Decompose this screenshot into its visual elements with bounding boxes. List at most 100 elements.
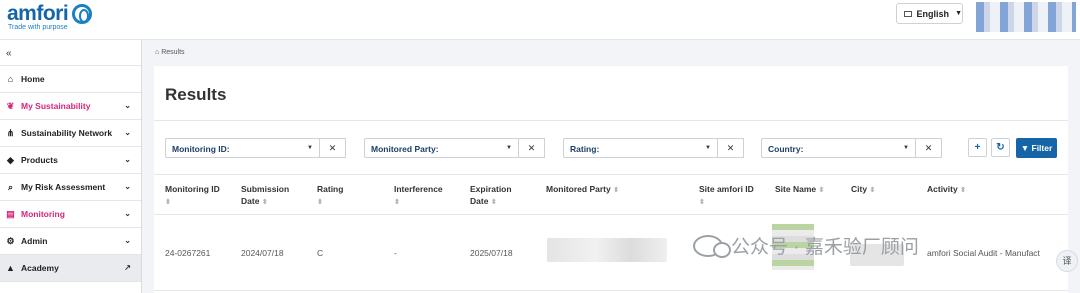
funnel-icon: ▼ (1020, 143, 1030, 153)
sidebar-item-label: Academy (21, 263, 59, 273)
header-text: Rating (317, 184, 344, 194)
home-icon[interactable]: ⌂ (155, 49, 159, 56)
chevron-down-icon: ⌄ (124, 236, 131, 245)
filter-label: Rating: (570, 144, 600, 154)
divider (154, 214, 1068, 215)
header-text: Site Name (775, 184, 817, 194)
column-header-activity[interactable]: Activity ⬍ (927, 183, 966, 197)
sidebar-item-home[interactable]: ⌂ Home (0, 66, 141, 93)
clear-rating-button[interactable]: ✕ (718, 138, 744, 158)
sidebar-item-my-sustainability[interactable]: ❦ My Sustainability ⌄ (0, 93, 141, 120)
sort-icon: ⬍ (261, 199, 268, 206)
country-select[interactable]: Country: ▼ (761, 138, 916, 158)
amfori-mark-icon (71, 4, 92, 24)
language-selector[interactable]: English ▼ (896, 3, 963, 24)
rating-select[interactable]: Rating: ▼ (563, 138, 718, 158)
sidebar-item-label: Home (21, 74, 45, 84)
caret-down-icon: ▼ (307, 145, 313, 151)
cell-rating: C (317, 248, 324, 258)
sort-icon: ⬍ (165, 199, 171, 206)
monitored-party-select[interactable]: Monitored Party: ▼ (364, 138, 519, 158)
clear-monitoring-id-button[interactable]: ✕ (320, 138, 346, 158)
monitoring-id-select[interactable]: Monitoring ID: ▼ (165, 138, 320, 158)
sidebar-item-my-risk-assessment[interactable]: ⌕ My Risk Assessment ⌄ (0, 174, 141, 201)
column-header-expiration-date[interactable]: Expiration Date ⬍ (470, 183, 512, 209)
sidebar-item-label: My Risk Assessment (21, 182, 106, 192)
sidebar-item-label: Sustainability Network (21, 128, 113, 138)
chevron-down-icon: ⌄ (124, 128, 131, 137)
filter-label: Monitoring ID: (172, 144, 230, 154)
sort-icon: ⬍ (699, 199, 705, 206)
header-text: Monitored Party (546, 184, 611, 194)
results-panel: Results Monitoring ID: ▼ ✕ Monitored Par… (154, 66, 1068, 293)
sort-icon: ⬍ (317, 199, 323, 206)
top-bar: amfori Trade with purpose English ▼ (0, 0, 1080, 40)
sidebar-item-academy[interactable]: ▲ Academy ↗ (0, 255, 141, 282)
add-button[interactable]: + (968, 138, 987, 157)
caret-down-icon: ▼ (506, 145, 512, 151)
graduation-cap-icon: ▲ (6, 263, 15, 273)
filter-monitored-party: Monitored Party: ▼ ✕ (364, 138, 545, 158)
sort-icon: ⬍ (613, 187, 619, 194)
sort-icon: ⬍ (490, 199, 497, 206)
sidebar-item-admin[interactable]: ⚙ Admin ⌄ (0, 228, 141, 255)
column-header-site-name[interactable]: Site Name ⬍ (775, 183, 824, 197)
sidebar-item-monitoring[interactable]: ▤ Monitoring ⌄ (0, 201, 141, 228)
sidebar-item-sustainability-network[interactable]: ⋔ Sustainability Network ⌄ (0, 120, 141, 147)
wechat-icon (693, 234, 731, 258)
column-header-monitoring-id[interactable]: Monitoring ID ⬍ (165, 183, 220, 209)
divider (154, 120, 1068, 121)
clear-country-button[interactable]: ✕ (916, 138, 942, 158)
filter-button[interactable]: ▼ Filter (1016, 138, 1057, 158)
caret-down-icon: ▼ (705, 145, 711, 151)
cell-expiration-date: 2025/07/18 (470, 248, 513, 258)
filter-button-label: Filter (1031, 143, 1053, 153)
filter-monitoring-id: Monitoring ID: ▼ ✕ (165, 138, 346, 158)
language-label: English (916, 8, 950, 19)
chevron-down-icon: ⌄ (124, 209, 131, 218)
logo-wordmark: amfori (7, 2, 69, 25)
tag-icon: ◆ (7, 154, 14, 165)
caret-down-icon: ▼ (903, 145, 909, 151)
sidebar-item-label: Monitoring (21, 209, 65, 219)
column-header-submission-date[interactable]: Submission Date ⬍ (241, 183, 289, 209)
header-text: Expiration (470, 184, 512, 194)
sidebar-item-products[interactable]: ◆ Products ⌄ (0, 147, 141, 174)
sort-icon: ⬍ (394, 199, 400, 206)
header-text: Date (470, 196, 489, 206)
clear-monitored-party-button[interactable]: ✕ (519, 138, 545, 158)
filter-label: Country: (768, 144, 804, 154)
column-header-interference[interactable]: Interference ⬍ (394, 183, 443, 209)
logo-tagline: Trade with purpose (8, 24, 68, 31)
clipboard-icon: ▤ (6, 208, 15, 219)
risk-search-icon: ⌕ (7, 181, 14, 192)
header-text: Submission (241, 184, 290, 194)
network-icon: ⋔ (6, 127, 15, 138)
sort-icon: ⬍ (960, 187, 966, 194)
sidebar: « ⌂ Home ❦ My Sustainability ⌄ ⋔ Sustain… (0, 40, 142, 293)
column-header-site-amfori-id[interactable]: Site amfori ID ⬍ (699, 183, 754, 209)
translate-button[interactable]: 译 (1056, 250, 1078, 272)
header-text: Date (241, 196, 260, 206)
filter-rating: Rating: ▼ ✕ (563, 138, 744, 158)
header-text: Site amfori ID (699, 184, 754, 194)
amfori-logo[interactable]: amfori Trade with purpose (7, 2, 92, 31)
header-text: Activity (927, 184, 958, 194)
sidebar-item-label: Products (21, 155, 58, 165)
refresh-button[interactable]: ↻ (991, 138, 1010, 157)
watermark: 公众号 · 嘉禾验厂顾问 (693, 232, 919, 259)
header-text: Monitoring ID (165, 184, 220, 194)
column-header-monitored-party[interactable]: Monitored Party ⬍ (546, 183, 619, 197)
column-header-rating[interactable]: Rating ⬍ (317, 183, 343, 209)
breadcrumb-current: Results (161, 49, 185, 56)
chevron-down-icon: ⌄ (124, 182, 131, 191)
redacted-monitored-party (547, 238, 667, 262)
column-header-city[interactable]: City ⬍ (851, 183, 875, 197)
sort-icon: ⬍ (818, 187, 825, 194)
sidebar-collapse-button[interactable]: « (0, 40, 141, 66)
chevron-down-icon: ⌄ (124, 101, 131, 110)
home-icon: ⌂ (7, 74, 14, 84)
divider (154, 290, 1068, 291)
cell-monitoring-id[interactable]: 24-0267261 (165, 248, 210, 258)
user-avatar[interactable] (976, 2, 1076, 32)
